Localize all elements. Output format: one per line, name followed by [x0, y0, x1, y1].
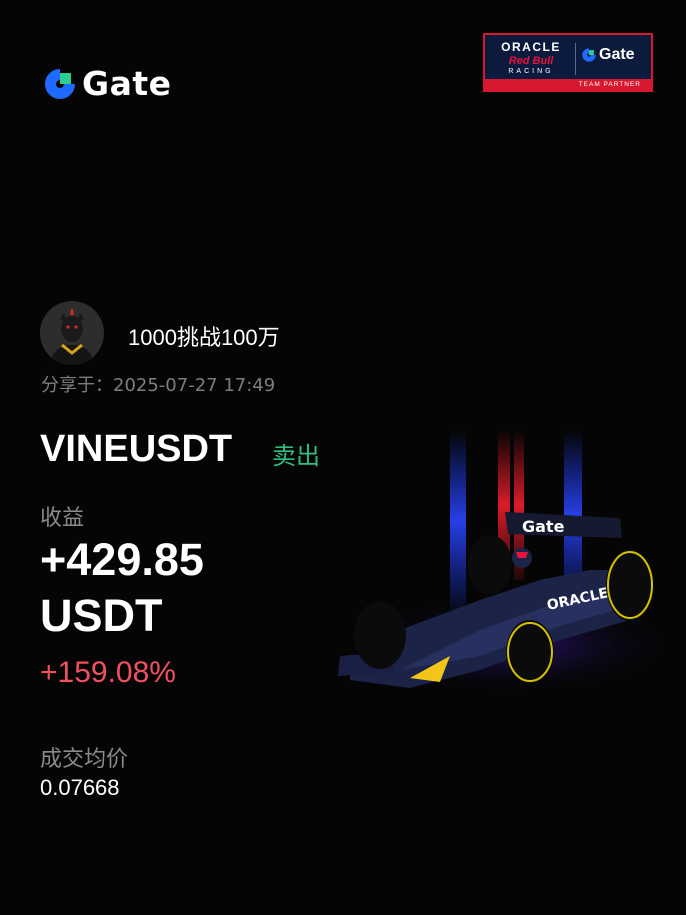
partner-redbull-block: ORACLE Red Bull RACING [491, 40, 571, 75]
profit-currency: USDT [40, 590, 163, 641]
avatar [40, 301, 104, 365]
trade-symbol: VINEUSDT [40, 428, 233, 470]
partner-racing-text: RACING [508, 68, 554, 75]
avg-price-label: 成交均价 [40, 746, 129, 771]
gate-logo-text: Gate [82, 64, 172, 103]
rear-left-wheel [468, 535, 512, 595]
username: 1000挑战100万 [128, 325, 280, 350]
profit-percent: +159.08% [40, 656, 176, 689]
gate-logo-icon [582, 48, 596, 62]
team-partner-badge: ORACLE Red Bull RACING Gate TEAM PARTNER [483, 33, 653, 92]
profit-value: +429.85 [40, 534, 204, 585]
partner-oracle-text: ORACLE [501, 40, 561, 54]
light-beam-blue [450, 430, 466, 610]
rear-right-wheel [606, 549, 654, 621]
svg-text:Gate: Gate [522, 517, 565, 536]
partner-divider [575, 43, 576, 75]
f1-car-illustration: Gate ORACLE [338, 430, 680, 695]
shared-timestamp: 分享于：2025-07-27 17:49 [41, 375, 276, 396]
partner-caption: TEAM PARTNER [485, 79, 651, 90]
avg-price-value: 0.07668 [40, 775, 120, 800]
trade-side-badge: 卖出 [272, 443, 320, 470]
partner-gate-logo: Gate [581, 46, 635, 64]
gate-logo: Gate [42, 64, 172, 103]
gate-logo-icon [45, 68, 75, 99]
profit-label: 收益 [40, 505, 85, 530]
front-right-wheel [506, 620, 554, 684]
avatar-image [40, 301, 104, 365]
partner-gate-text: Gate [599, 46, 635, 63]
partner-redbull-text: Red Bull [508, 55, 554, 67]
front-left-wheel [354, 601, 406, 669]
